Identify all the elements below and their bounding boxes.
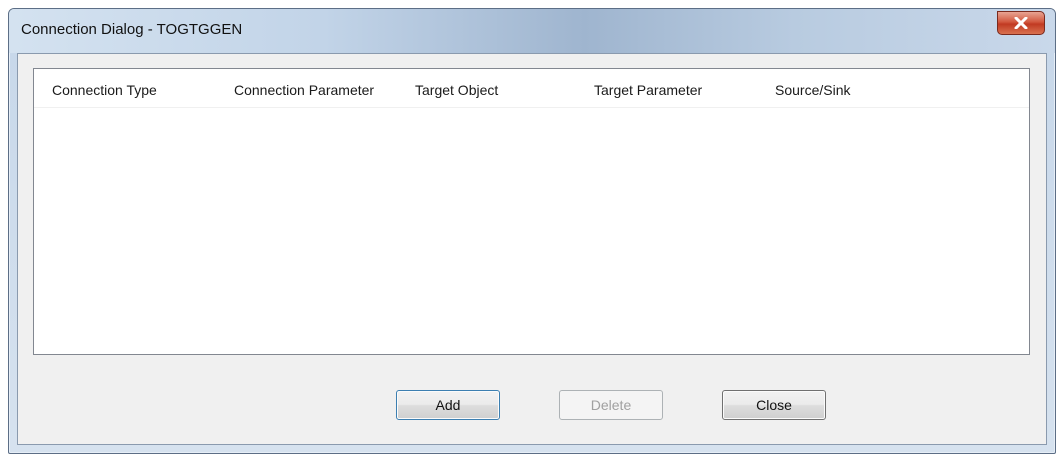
column-header-connection-parameter[interactable]: Connection Parameter (234, 82, 374, 98)
close-button[interactable]: Close (722, 390, 826, 420)
add-button[interactable]: Add (396, 390, 500, 420)
title-bar[interactable]: Connection Dialog - TOGTGGEN (9, 9, 1055, 53)
close-icon (1014, 17, 1028, 29)
dialog-client-area: Connection Type Connection Parameter Tar… (17, 53, 1047, 445)
column-header-source-sink[interactable]: Source/Sink (775, 82, 850, 98)
delete-button[interactable]: Delete (559, 390, 663, 420)
list-header: Connection Type Connection Parameter Tar… (34, 69, 1029, 108)
column-header-target-object[interactable]: Target Object (415, 82, 498, 98)
column-header-target-parameter[interactable]: Target Parameter (594, 82, 702, 98)
connections-list[interactable]: Connection Type Connection Parameter Tar… (33, 68, 1030, 355)
window-close-button[interactable] (997, 11, 1045, 35)
connection-dialog-window: Connection Dialog - TOGTGGEN Connection … (8, 8, 1056, 454)
window-title: Connection Dialog - TOGTGGEN (21, 21, 243, 38)
column-header-connection-type[interactable]: Connection Type (52, 82, 157, 98)
